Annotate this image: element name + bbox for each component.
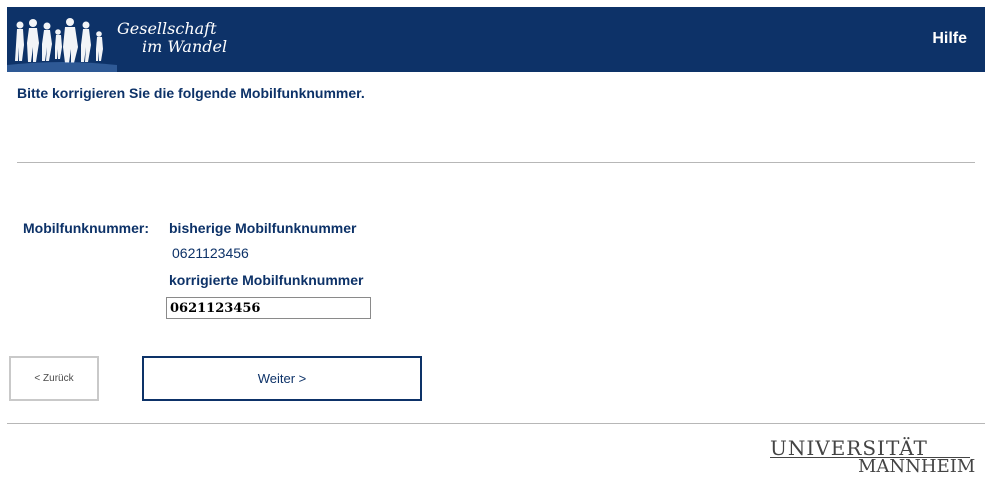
question-text: Bitte korrigieren Sie die folgende Mobil… <box>17 85 365 101</box>
universitaet-mannheim-logo: UNIVERSITÄT MANNHEIM <box>770 436 975 478</box>
previous-number-value: 0621123456 <box>172 245 249 261</box>
field-label: Mobilfunknummer: <box>23 220 149 236</box>
divider <box>17 162 975 163</box>
corrected-number-label: korrigierte Mobilfunknummer <box>169 272 364 288</box>
people-silhouettes-icon <box>7 18 117 72</box>
help-link[interactable]: Hilfe <box>932 30 967 48</box>
corrected-number-input[interactable] <box>166 297 371 319</box>
previous-number-label: bisherige Mobilfunknummer <box>169 220 357 236</box>
next-button[interactable]: Weiter > <box>142 356 422 401</box>
university-name-line2: MANNHEIM <box>858 456 976 477</box>
logo-text-line1: Gesellschaft <box>117 19 217 38</box>
survey-page: Gesellschaft im Wandel Hilfe Bitte korri… <box>0 0 995 500</box>
header-bar: Gesellschaft im Wandel Hilfe <box>7 7 985 72</box>
logo-text-line2: im Wandel <box>142 37 228 56</box>
footer-divider <box>7 423 985 424</box>
back-button[interactable]: < Zurück <box>9 356 99 401</box>
gesellschaft-im-wandel-logo: Gesellschaft im Wandel <box>7 7 247 72</box>
